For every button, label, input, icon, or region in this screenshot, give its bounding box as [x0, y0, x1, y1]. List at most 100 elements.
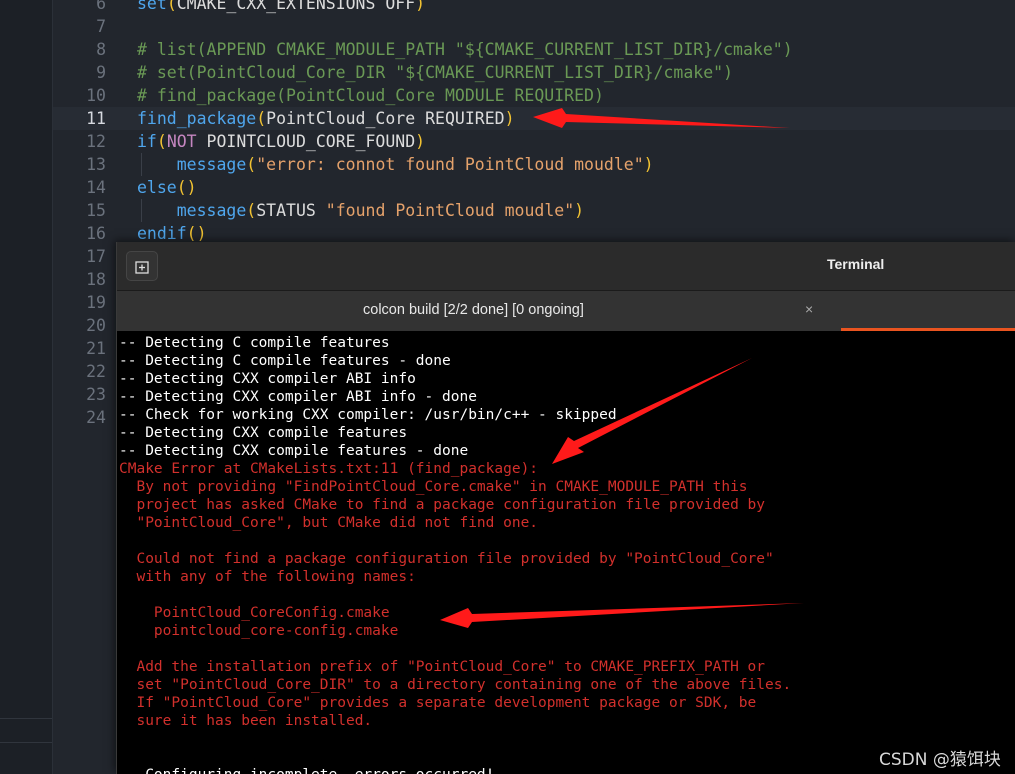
code-token: endif: [137, 224, 187, 243]
code-token: (: [256, 109, 267, 128]
code-token: (: [246, 201, 257, 220]
terminal-line: "PointCloud_Core", but CMake did not fin…: [119, 515, 539, 531]
code-text: # list(APPEND CMAKE_MODULE_PATH "${CMAKE…: [137, 38, 793, 61]
terminal-titlebar: Terminal: [117, 242, 1015, 291]
code-token: "found PointCloud moudle": [325, 201, 575, 220]
terminal-line: -- Detecting C compile features - done: [119, 353, 451, 369]
code-text: if(NOT POINTCLOUD_CORE_FOUND): [137, 130, 425, 153]
code-token: (): [176, 178, 197, 197]
code-line[interactable]: 10 # find_package(PointCloud_Core MODULE …: [53, 84, 1015, 107]
code-token: (: [246, 155, 257, 174]
terminal-line: set "PointCloud_Core_DIR" to a directory…: [119, 677, 792, 693]
line-number: 13: [86, 155, 106, 174]
new-tab-icon: [135, 261, 149, 274]
line-number: 15: [86, 201, 106, 220]
line-number: 9: [96, 63, 106, 82]
code-token: ): [574, 201, 585, 220]
line-number: 21: [86, 339, 106, 358]
terminal-line: -- Detecting CXX compiler ABI info: [119, 371, 416, 387]
line-number: 12: [86, 132, 106, 151]
line-number: 7: [96, 17, 106, 36]
csdn-watermark: CSDN @猿饵块: [879, 750, 1001, 770]
terminal-tabbar: colcon build [2/2 done] [0 ongoing] ×: [117, 291, 1015, 331]
code-token: ): [415, 132, 426, 151]
code-text: else(): [137, 176, 197, 199]
code-token: (): [186, 224, 207, 243]
line-number: 22: [86, 362, 106, 381]
terminal-window[interactable]: Terminal colcon build [2/2 done] [0 ongo…: [116, 242, 1015, 774]
terminal-line: -- Detecting CXX compile features - done: [119, 443, 469, 459]
terminal-line: Could not find a package configuration f…: [119, 551, 774, 567]
line-number: 24: [86, 408, 106, 427]
code-text: message(STATUS "found PointCloud moudle"…: [137, 199, 584, 222]
code-line[interactable]: 12 if(NOT POINTCLOUD_CORE_FOUND): [53, 130, 1015, 153]
tab-active-indicator: [841, 328, 1015, 331]
code-token: # set(PointCloud_Core_DIR "${CMAKE_CURRE…: [137, 63, 734, 82]
terminal-line: pointcloud_core-config.cmake: [119, 623, 399, 639]
code-line[interactable]: 7: [53, 15, 1015, 38]
code-text: # set(PointCloud_Core_DIR "${CMAKE_CURRE…: [137, 61, 733, 84]
tab-close-icon[interactable]: ×: [805, 301, 813, 317]
terminal-line: By not providing "FindPointCloud_Core.cm…: [119, 479, 748, 495]
terminal-line: -- Check for working CXX compiler: /usr/…: [119, 407, 617, 423]
code-token: (: [166, 0, 177, 13]
line-number: 20: [86, 316, 106, 335]
terminal-line: PointCloud_CoreConfig.cmake: [119, 605, 390, 621]
terminal-title: Terminal: [827, 256, 885, 272]
line-number: 14: [86, 178, 106, 197]
code-token: # find_package(PointCloud_Core MODULE RE…: [137, 86, 604, 105]
left-sidebar: [0, 0, 53, 774]
code-text: # find_package(PointCloud_Core MODULE RE…: [137, 84, 604, 107]
code-token: NOT: [166, 132, 197, 151]
terminal-line: -- Detecting C compile features: [119, 335, 390, 351]
code-token: CMAKE_CXX_EXTENSIONS OFF: [176, 0, 416, 13]
line-number: 10: [86, 86, 106, 105]
code-token: ): [643, 155, 654, 174]
code-text: find_package(PointCloud_Core REQUIRED): [137, 107, 515, 130]
code-token: if: [137, 132, 157, 151]
code-token: # list(APPEND CMAKE_MODULE_PATH "${CMAKE…: [137, 40, 793, 59]
line-number: 17: [86, 247, 106, 266]
terminal-line: sure it has been installed.: [119, 713, 373, 729]
code-line[interactable]: 13 message("error: connot found PointClo…: [53, 153, 1015, 176]
code-token: PointCloud_Core REQUIRED: [266, 109, 505, 128]
code-token: message: [176, 155, 247, 174]
code-token: STATUS: [256, 201, 326, 220]
terminal-line: with any of the following names:: [119, 569, 416, 585]
terminal-line: -- Detecting CXX compiler ABI info - don…: [119, 389, 477, 405]
terminal-line: -- Detecting CXX compile features: [119, 425, 408, 441]
line-number: 6: [96, 0, 106, 13]
line-number: 23: [86, 385, 106, 404]
tab-colcon-build[interactable]: colcon build [2/2 done] [0 ongoing]: [363, 302, 584, 318]
line-number: 8: [96, 40, 106, 59]
code-line[interactable]: 8 # list(APPEND CMAKE_MODULE_PATH "${CMAK…: [53, 38, 1015, 61]
code-line[interactable]: 6 set(CMAKE_CXX_EXTENSIONS OFF): [53, 0, 1015, 15]
line-number: 18: [86, 270, 106, 289]
sidebar-divider: [0, 742, 52, 743]
code-text: set(CMAKE_CXX_EXTENSIONS OFF): [137, 0, 425, 15]
code-line[interactable]: 15 message(STATUS "found PointCloud moud…: [53, 199, 1015, 222]
code-line[interactable]: 14 else(): [53, 176, 1015, 199]
terminal-line: -- Configuring incomplete, errors occurr…: [119, 766, 494, 774]
code-token: "error: connot found PointCloud moudle": [256, 155, 644, 174]
line-number: 11: [86, 109, 106, 128]
screenshot-root: 6 set(CMAKE_CXX_EXTENSIONS OFF) 7 8 # list(A…: [0, 0, 1015, 774]
terminal-line: project has asked CMake to find a packag…: [119, 497, 766, 513]
sidebar-divider: [0, 718, 52, 719]
code-text: message("error: connot found PointCloud …: [137, 153, 654, 176]
new-tab-button[interactable]: [126, 251, 158, 281]
code-line[interactable]: 11 find_package(PointCloud_Core REQUIRED): [53, 107, 1015, 130]
terminal-line: If "PointCloud_Core" provides a separate…: [119, 695, 757, 711]
code-token: POINTCLOUD_CORE_FOUND: [196, 132, 416, 151]
code-token: find_package: [137, 109, 257, 128]
code-token: ): [504, 109, 515, 128]
code-line[interactable]: 9 # set(PointCloud_Core_DIR "${CMAKE_CURR…: [53, 61, 1015, 84]
code-token: ): [415, 0, 426, 13]
line-number: 16: [86, 224, 106, 243]
terminal-output[interactable]: -- Detecting C compile features -- Detect…: [117, 332, 1015, 774]
code-token: else: [137, 178, 177, 197]
terminal-line: CMake Error at CMakeLists.txt:11 (find_p…: [119, 461, 539, 477]
line-number: 19: [86, 293, 106, 312]
